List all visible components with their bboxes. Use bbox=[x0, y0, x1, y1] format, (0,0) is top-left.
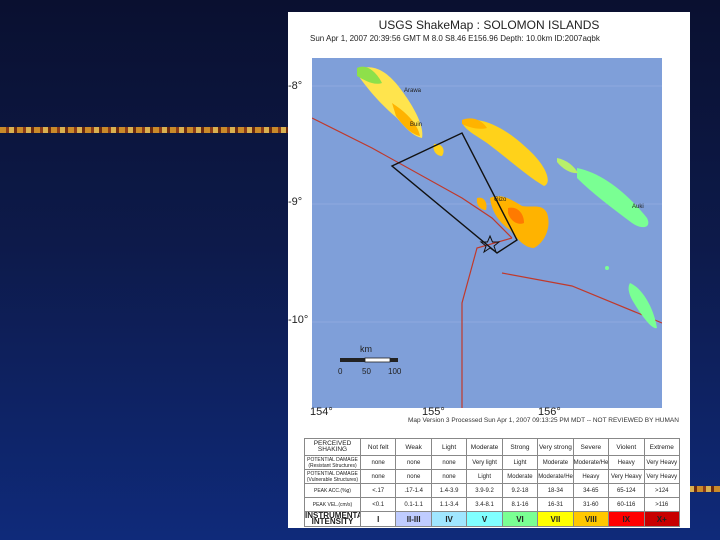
legend-cell: Moderate/Heavy bbox=[572, 455, 610, 470]
legend-cell: Strong bbox=[501, 438, 539, 456]
scale-tick-50: 50 bbox=[362, 367, 371, 376]
place-label-arawa: Arawa bbox=[404, 88, 422, 94]
legend-cell: >124 bbox=[643, 483, 680, 498]
legend-cell: 3.4-8.1 bbox=[466, 497, 503, 512]
legend-cell: Very strong bbox=[537, 438, 574, 456]
legend-cell: 0.1-1.1 bbox=[395, 497, 432, 512]
scale-tick-0: 0 bbox=[338, 367, 343, 376]
legend-row-pgv: PEAK VEL.(cm/s) <0.1 0.1-1.1 1.1-3.4 3.4… bbox=[304, 497, 680, 512]
legend-row-label: INSTRUMENTAL INTENSITY bbox=[304, 511, 361, 527]
legend-cell: 65-124 bbox=[608, 483, 645, 498]
legend-cell: Light bbox=[430, 438, 468, 456]
legend-cell: 16-31 bbox=[537, 497, 574, 512]
legend-cell: Extreme bbox=[643, 438, 680, 456]
legend-cell: none bbox=[430, 469, 468, 484]
intensity-swatch: VIII bbox=[572, 511, 610, 527]
legend-cell: 1.1-3.4 bbox=[430, 497, 468, 512]
legend-row-damage-vulnerable: POTENTIAL DAMAGE (Vulnerable Structures)… bbox=[304, 469, 680, 484]
legend-cell: none bbox=[359, 455, 397, 470]
intensity-swatch: IX bbox=[608, 511, 645, 527]
intensity-swatch: V bbox=[466, 511, 503, 527]
legend-cell: Violent bbox=[608, 438, 645, 456]
legend-cell: 8.1-16 bbox=[501, 497, 539, 512]
legend-cell: 3.9-9.2 bbox=[466, 483, 503, 498]
map-title: USGS ShakeMap : SOLOMON ISLANDS bbox=[378, 18, 600, 32]
legend-cell: 31-60 bbox=[572, 497, 610, 512]
decorative-divider-left bbox=[0, 127, 288, 133]
lat-label-9: -9° bbox=[288, 196, 303, 208]
legend-cell: >116 bbox=[643, 497, 680, 512]
place-label-buin: Buin bbox=[410, 122, 422, 128]
legend-cell: Not felt bbox=[359, 438, 397, 456]
legend-cell: 34-65 bbox=[572, 483, 610, 498]
legend-cell: Very Heavy bbox=[643, 469, 680, 484]
legend-cell: Moderate bbox=[501, 469, 539, 484]
islet bbox=[605, 266, 609, 270]
legend-cell: Weak bbox=[395, 438, 432, 456]
legend-cell: 1.4-3.9 bbox=[430, 483, 468, 498]
map-svg: Arawa Buin Gizo Auki km 0 50 100 bbox=[312, 58, 662, 408]
legend-cell: none bbox=[395, 455, 432, 470]
intensity-swatch: I bbox=[359, 511, 397, 527]
legend-cell: 18-34 bbox=[537, 483, 574, 498]
legend-cell: Moderate/Heavy bbox=[537, 469, 574, 484]
legend-row-label: POTENTIAL DAMAGE (Vulnerable Structures) bbox=[304, 469, 361, 484]
intensity-swatch: VII bbox=[537, 511, 574, 527]
legend-cell: Very Heavy bbox=[608, 469, 645, 484]
legend-row-label: PERCEIVED SHAKING bbox=[304, 438, 361, 456]
intensity-swatch: II-III bbox=[395, 511, 432, 527]
legend-cell: 60-116 bbox=[608, 497, 645, 512]
legend-row-intensity: INSTRUMENTAL INTENSITY I II-III IV V VI … bbox=[304, 511, 680, 527]
ocean bbox=[312, 58, 662, 408]
legend-cell: Very Heavy bbox=[643, 455, 680, 470]
legend-cell: Light bbox=[466, 469, 503, 484]
intensity-legend: PERCEIVED SHAKING Not felt Weak Light Mo… bbox=[304, 438, 680, 527]
scale-segment bbox=[364, 357, 391, 363]
lat-label-10: -10° bbox=[288, 314, 309, 326]
intensity-swatch: IV bbox=[430, 511, 468, 527]
legend-cell: 9.2-18 bbox=[501, 483, 539, 498]
legend-cell: Light bbox=[501, 455, 539, 470]
legend-row-damage-resistant: POTENTIAL DAMAGE (Resistant Structures) … bbox=[304, 455, 680, 470]
legend-row-label: PEAK ACC.(%g) bbox=[304, 483, 361, 498]
scale-segment bbox=[340, 358, 365, 362]
lon-label-154: 154° bbox=[310, 406, 333, 418]
legend-row-label: POTENTIAL DAMAGE (Resistant Structures) bbox=[304, 455, 361, 470]
legend-cell: none bbox=[395, 469, 432, 484]
legend-cell: Moderate bbox=[537, 455, 574, 470]
shakemap-slide: USGS ShakeMap : SOLOMON ISLANDS Sun Apr … bbox=[288, 12, 690, 528]
scale-tick-100: 100 bbox=[388, 367, 402, 376]
legend-cell: <.17 bbox=[359, 483, 397, 498]
legend-cell: .17-1.4 bbox=[395, 483, 432, 498]
scale-segment bbox=[390, 358, 398, 362]
map-subtitle: Sun Apr 1, 2007 20:39:56 GMT M 8.0 S8.46… bbox=[310, 34, 600, 43]
intensity-map[interactable]: Arawa Buin Gizo Auki km 0 50 100 bbox=[312, 58, 662, 408]
legend-cell: <0.1 bbox=[359, 497, 397, 512]
version-line: Map Version 3 Processed Sun Apr 1, 2007 … bbox=[408, 417, 679, 424]
legend-row-shaking: PERCEIVED SHAKING Not felt Weak Light Mo… bbox=[304, 438, 680, 456]
place-label-auki: Auki bbox=[632, 204, 644, 210]
legend-cell: Severe bbox=[572, 438, 610, 456]
lat-label-8: -8° bbox=[288, 80, 303, 92]
legend-cell: Moderate bbox=[466, 438, 503, 456]
legend-cell: none bbox=[430, 455, 468, 470]
scale-unit: km bbox=[360, 344, 372, 354]
legend-row-label: PEAK VEL.(cm/s) bbox=[304, 497, 361, 512]
legend-cell: Heavy bbox=[608, 455, 645, 470]
intensity-swatch: VI bbox=[501, 511, 539, 527]
intensity-swatch: X+ bbox=[643, 511, 680, 527]
legend-cell: Heavy bbox=[572, 469, 610, 484]
legend-row-pga: PEAK ACC.(%g) <.17 .17-1.4 1.4-3.9 3.9-9… bbox=[304, 483, 680, 498]
legend-cell: Very light bbox=[466, 455, 503, 470]
legend-cell: none bbox=[359, 469, 397, 484]
place-label-gizo: Gizo bbox=[494, 197, 507, 203]
